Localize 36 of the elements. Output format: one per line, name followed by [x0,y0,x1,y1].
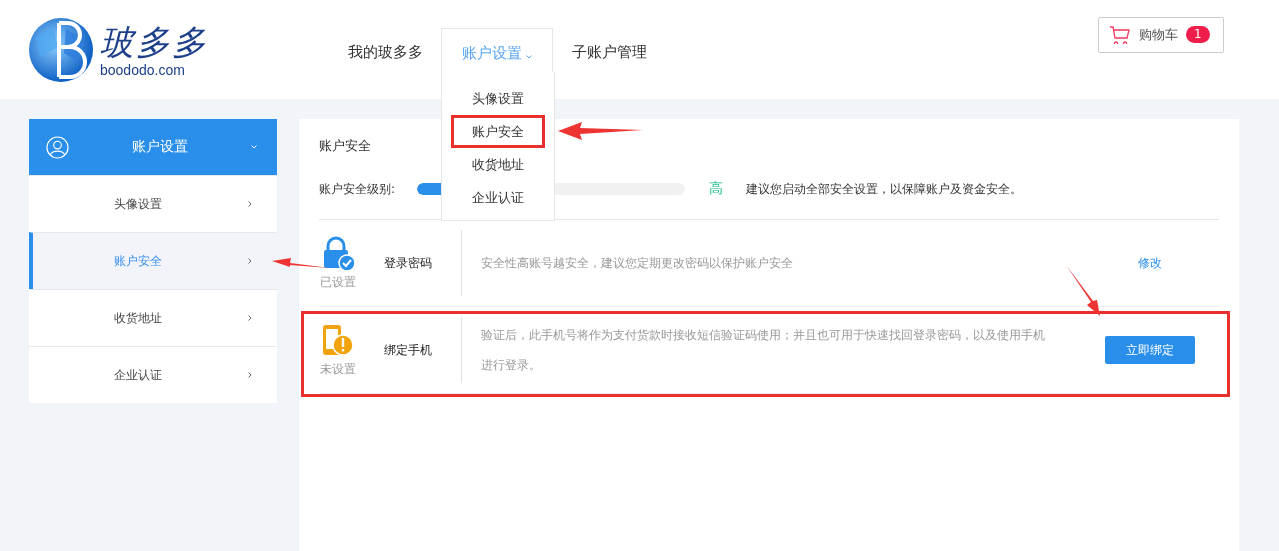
setting-name: 绑定手机 [357,317,462,383]
user-icon [46,135,69,159]
logo-name: 玻多多 [100,21,208,62]
dropdown-item[interactable]: 账户安全 [451,115,545,148]
annotation-arrow [1066,265,1100,316]
logo-domain: boododo.com [100,61,186,78]
chevron-down-icon [251,145,257,149]
cart-label: 购物车 [1139,25,1178,44]
sidebar-item[interactable]: 头像设置 [29,175,277,232]
dropdown-item[interactable]: 头像设置 [451,82,545,115]
dropdown-item[interactable]: 企业认证 [451,181,545,214]
chevron-right-icon [248,201,252,207]
edit-link[interactable]: 修改 [1138,254,1162,272]
sidebar-title: 账户设置 [131,138,189,156]
chevron-right-icon [248,315,252,321]
section-title: 账户安全 [319,137,371,155]
dropdown-item[interactable]: 收货地址 [451,148,545,181]
sidebar-item[interactable]: 收货地址 [29,289,277,346]
nav-link[interactable]: 子账户管理 [571,43,647,61]
level-text: 高 [709,180,724,198]
caret-icon [526,55,532,59]
chevron-right-icon [248,258,252,264]
status-text: 未设置 [320,360,356,378]
setting-description: 安全性高账号越安全，建议您定期更改密码以保护账户安全 [480,255,794,272]
chevron-right-icon [248,372,252,378]
logo-icon [28,16,94,83]
cart-icon [1109,25,1131,44]
nav-link[interactable]: 我的玻多多 [347,43,423,61]
status-text: 已设置 [320,273,356,291]
cart-count-badge: 1 [1186,26,1210,43]
setting-description: 验证后，此手机号将作为支付货款时接收短信验证码使用；并且也可用于快速找回登录密码，以及使用手机进行登录。 [480,327,1046,374]
setting-name: 登录密码 [357,230,462,296]
sidebar-item[interactable]: 企业认证 [29,346,277,403]
advice-text: 建议您启动全部安全设置，以保障账户及资金安全。 [746,180,1023,198]
cart-button[interactable]: 购物车 1 [1098,16,1224,53]
level-label: 账户安全级别: [319,180,396,198]
